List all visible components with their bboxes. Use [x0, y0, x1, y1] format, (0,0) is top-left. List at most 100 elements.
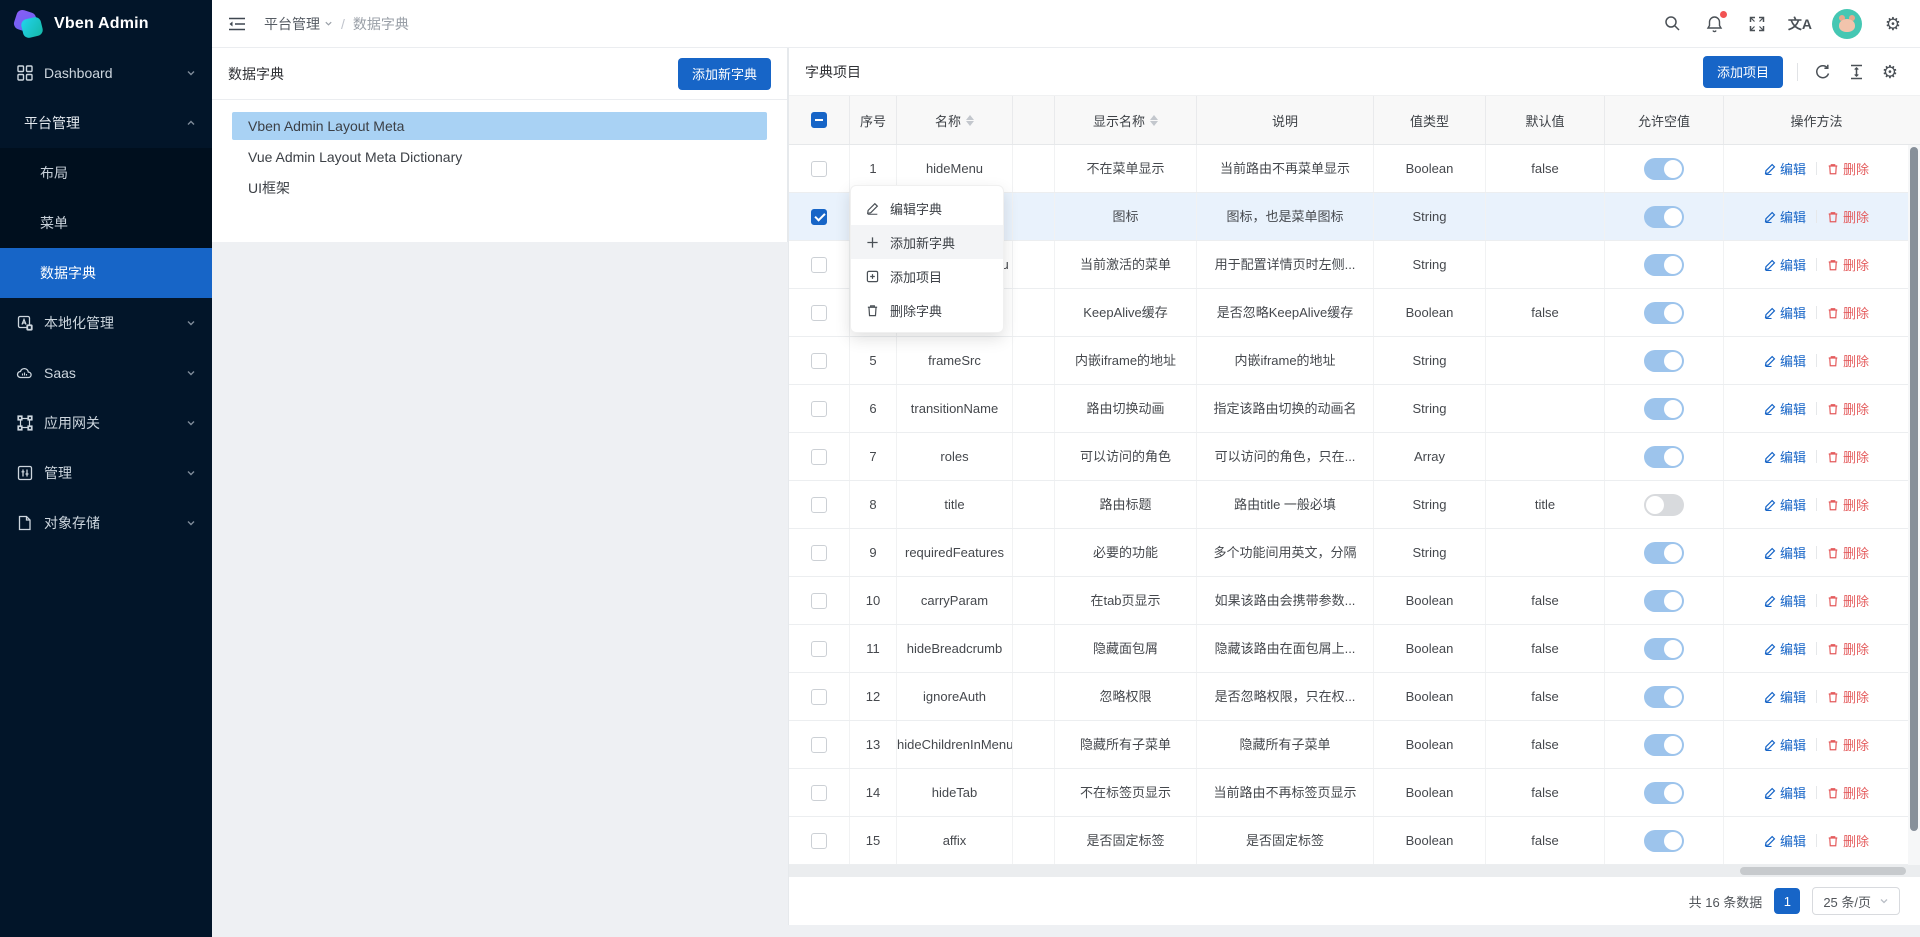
context-menu-item-add-item[interactable]: 添加项目	[851, 259, 1003, 293]
sort-icon[interactable]	[966, 115, 974, 126]
refresh-icon[interactable]	[1812, 62, 1832, 82]
page-number-button[interactable]: 1	[1774, 888, 1800, 914]
row-checkbox[interactable]	[811, 689, 827, 705]
row-checkbox[interactable]	[811, 209, 827, 225]
sidebar-item-localization[interactable]: 本地化管理	[0, 298, 212, 348]
allow-null-toggle[interactable]	[1644, 830, 1684, 852]
row-checkbox[interactable]	[811, 401, 827, 417]
context-menu-item-edit-dictionary[interactable]: 编辑字典	[851, 191, 1003, 225]
search-icon[interactable]	[1662, 13, 1684, 35]
edit-button[interactable]: 编辑	[1764, 255, 1806, 274]
sidebar-item-layout[interactable]: 布局	[0, 148, 212, 198]
edit-button[interactable]: 编辑	[1764, 831, 1806, 850]
vertical-scrollbar[interactable]	[1908, 145, 1920, 865]
row-height-icon[interactable]	[1846, 62, 1866, 82]
delete-button[interactable]: 删除	[1827, 543, 1869, 562]
sidebar-item-gateway[interactable]: 应用网关	[0, 398, 212, 448]
edit-button[interactable]: 编辑	[1764, 207, 1806, 226]
edit-button[interactable]: 编辑	[1764, 351, 1806, 370]
allow-null-toggle[interactable]	[1644, 254, 1684, 276]
edit-button[interactable]: 编辑	[1764, 303, 1806, 322]
user-avatar[interactable]	[1832, 9, 1862, 39]
row-checkbox[interactable]	[811, 641, 827, 657]
delete-button[interactable]: 删除	[1827, 159, 1869, 178]
delete-button[interactable]: 删除	[1827, 831, 1869, 850]
delete-button[interactable]: 删除	[1827, 399, 1869, 418]
column-header-display-name[interactable]: 显示名称	[1055, 96, 1197, 144]
delete-button[interactable]: 删除	[1827, 255, 1869, 274]
edit-button[interactable]: 编辑	[1764, 159, 1806, 178]
delete-button[interactable]: 删除	[1827, 783, 1869, 802]
row-checkbox[interactable]	[811, 497, 827, 513]
dictionary-list-item[interactable]: Vben Admin Layout Meta	[232, 112, 767, 140]
edit-button[interactable]: 编辑	[1764, 783, 1806, 802]
delete-button[interactable]: 删除	[1827, 639, 1869, 658]
vertical-scrollbar-thumb[interactable]	[1910, 147, 1918, 831]
row-checkbox[interactable]	[811, 785, 827, 801]
edit-button[interactable]: 编辑	[1764, 495, 1806, 514]
edit-button[interactable]: 编辑	[1764, 543, 1806, 562]
allow-null-toggle[interactable]	[1644, 782, 1684, 804]
delete-button[interactable]: 删除	[1827, 447, 1869, 466]
delete-button[interactable]: 删除	[1827, 735, 1869, 754]
add-dictionary-button[interactable]: 添加新字典	[678, 58, 771, 90]
row-checkbox[interactable]	[811, 737, 827, 753]
sidebar-item-menu[interactable]: 菜单	[0, 198, 212, 248]
allow-null-toggle[interactable]	[1644, 494, 1684, 516]
context-menu-item-delete-dictionary[interactable]: 删除字典	[851, 293, 1003, 327]
page-size-select[interactable]: 25 条/页	[1812, 887, 1900, 915]
allow-null-toggle[interactable]	[1644, 446, 1684, 468]
sidebar-collapse-icon[interactable]	[228, 16, 246, 32]
horizontal-scrollbar[interactable]	[789, 865, 1920, 877]
delete-button[interactable]: 删除	[1827, 495, 1869, 514]
logo[interactable]: Vben Admin	[0, 0, 212, 48]
edit-button[interactable]: 编辑	[1764, 399, 1806, 418]
delete-button[interactable]: 删除	[1827, 303, 1869, 322]
row-checkbox[interactable]	[811, 545, 827, 561]
delete-button[interactable]: 删除	[1827, 207, 1869, 226]
allow-null-toggle[interactable]	[1644, 350, 1684, 372]
sidebar-group-platform[interactable]: 平台管理	[0, 98, 212, 148]
allow-null-toggle[interactable]	[1644, 734, 1684, 756]
allow-null-toggle[interactable]	[1644, 686, 1684, 708]
edit-button[interactable]: 编辑	[1764, 735, 1806, 754]
settings-gear-icon[interactable]: ⚙	[1882, 13, 1904, 35]
row-checkbox[interactable]	[811, 353, 827, 369]
sidebar-item-management[interactable]: 管理	[0, 448, 212, 498]
allow-null-toggle[interactable]	[1644, 542, 1684, 564]
edit-button[interactable]: 编辑	[1764, 591, 1806, 610]
sidebar-item-saas[interactable]: Saas	[0, 348, 212, 398]
horizontal-scrollbar-thumb[interactable]	[1740, 867, 1906, 875]
add-item-button[interactable]: 添加项目	[1703, 56, 1783, 88]
allow-null-toggle[interactable]	[1644, 206, 1684, 228]
sidebar-item-dashboard[interactable]: Dashboard	[0, 48, 212, 98]
column-header-name[interactable]: 名称	[897, 96, 1013, 144]
allow-null-toggle[interactable]	[1644, 590, 1684, 612]
sidebar-item-data-dictionary[interactable]: 数据字典	[0, 248, 212, 298]
delete-button[interactable]: 删除	[1827, 351, 1869, 370]
row-checkbox[interactable]	[811, 593, 827, 609]
row-checkbox[interactable]	[811, 305, 827, 321]
sidebar-item-object-storage[interactable]: 对象存储	[0, 498, 212, 548]
edit-button[interactable]: 编辑	[1764, 687, 1806, 706]
delete-button[interactable]: 删除	[1827, 687, 1869, 706]
table-settings-gear-icon[interactable]: ⚙	[1880, 62, 1900, 82]
row-checkbox[interactable]	[811, 161, 827, 177]
row-checkbox[interactable]	[811, 449, 827, 465]
fullscreen-icon[interactable]	[1746, 13, 1768, 35]
row-checkbox[interactable]	[811, 257, 827, 273]
delete-button[interactable]: 删除	[1827, 591, 1869, 610]
allow-null-toggle[interactable]	[1644, 398, 1684, 420]
allow-null-toggle[interactable]	[1644, 638, 1684, 660]
edit-button[interactable]: 编辑	[1764, 447, 1806, 466]
row-checkbox[interactable]	[811, 833, 827, 849]
breadcrumb-root[interactable]: 平台管理	[264, 14, 333, 34]
translate-icon[interactable]: 文A	[1788, 13, 1812, 35]
select-all-checkbox[interactable]	[811, 112, 827, 128]
context-menu-item-add-dictionary[interactable]: 添加新字典	[851, 225, 1003, 259]
sort-icon[interactable]	[1150, 115, 1158, 126]
notification-bell-icon[interactable]	[1704, 13, 1726, 35]
dictionary-list-item[interactable]: Vue Admin Layout Meta Dictionary	[232, 143, 767, 171]
dictionary-list-item[interactable]: UI框架	[232, 174, 767, 202]
allow-null-toggle[interactable]	[1644, 302, 1684, 324]
